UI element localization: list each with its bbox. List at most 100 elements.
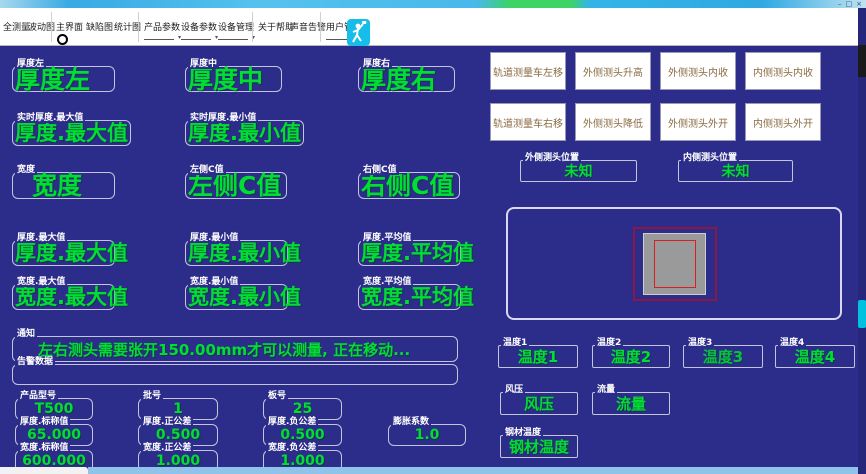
menu-item-stat-chart[interactable]: 统计图	[114, 20, 141, 33]
field-label: 外侧测头位置	[523, 153, 581, 163]
field-label: 内侧测头位置	[681, 153, 739, 163]
field-width-min: 宽度.最小值 宽度.最小值	[185, 284, 288, 310]
field-temp3: 温度3 温度3	[683, 345, 763, 368]
field-value: 宽度.平均值	[361, 286, 474, 308]
field-value: 温度3	[683, 345, 763, 368]
field-expansion-coef: 膨胀系数 1.0	[388, 424, 466, 446]
field-label: 产品型号	[18, 391, 58, 401]
field-value: 风压	[500, 392, 578, 415]
field-value: 厚度中	[188, 67, 263, 93]
field-label: 批号	[141, 391, 163, 401]
field-thickness-min: 厚度.最小值 厚度.最小值	[185, 240, 288, 266]
menu-item-about-help[interactable]: 关于帮助	[258, 20, 294, 33]
field-label: 实时厚度.最大值	[15, 113, 85, 123]
vertical-scrollbar[interactable]	[858, 8, 866, 474]
field-label: 右侧C值	[361, 165, 399, 175]
field-value: 温度1	[498, 345, 578, 368]
field-label: 厚度右	[361, 59, 392, 69]
field-value: 温度2	[592, 345, 670, 368]
field-thickness-right: 厚度右 厚度右	[358, 66, 455, 92]
menu-item-defect-chart[interactable]: 缺陷图	[86, 20, 113, 33]
inner-probe-close-button[interactable]: 内侧测头内收	[745, 52, 821, 90]
field-label: 实时厚度.最小值	[188, 113, 258, 123]
title-bar: – □ ×	[0, 0, 866, 8]
field-c-right: 右侧C值 右侧C值	[358, 172, 460, 199]
field-steel-temp: 钢材温度 钢材温度	[500, 435, 578, 458]
field-label: 风压	[503, 385, 525, 395]
product-params-dropdown[interactable]	[144, 39, 174, 40]
menu-separator	[320, 12, 321, 42]
menu-item-device-mgmt[interactable]: 设备管理	[218, 20, 254, 33]
field-label: 厚度左	[15, 59, 46, 69]
field-value: 钢材温度	[500, 435, 578, 458]
scrollbar-top-segment	[858, 45, 866, 77]
field-value: 左侧C值	[188, 173, 281, 199]
field-thickness-mid: 厚度中 厚度中	[185, 66, 282, 92]
outer-probe-open-button[interactable]: 外侧测头外开	[660, 103, 736, 141]
outer-probe-close-button[interactable]: 外侧测头内收	[660, 52, 736, 90]
car-move-right-button[interactable]: 轨道测量车右移	[490, 103, 566, 141]
field-label: 宽度.最大值	[15, 277, 67, 287]
field-inner-probe-position: 内侧测头位置 未知	[678, 160, 793, 182]
field-width-max: 宽度.最大值 宽度.最大值	[12, 284, 115, 310]
field-value: 厚度.最大值	[15, 122, 128, 144]
outer-probe-raise-button[interactable]: 外侧测头升高	[575, 52, 651, 90]
inner-probe-open-button[interactable]: 内侧测头外开	[745, 103, 821, 141]
field-temp1: 温度1 温度1	[498, 345, 578, 368]
field-label: 厚度.负公差	[266, 417, 318, 427]
field-value: 宽度.最小值	[188, 286, 301, 308]
field-width: 宽度 宽度	[12, 172, 115, 199]
field-rt-thickness-min: 实时厚度.最小值 厚度.最小值	[185, 120, 304, 146]
close-button[interactable]: ×	[856, 1, 862, 8]
field-label: 厚度.最小值	[188, 233, 240, 243]
scrollbar-thumb[interactable]	[858, 300, 866, 328]
field-label: 板号	[266, 391, 288, 401]
outer-probe-lower-button[interactable]: 外侧测头降低	[575, 103, 651, 141]
field-value: 1.0	[388, 424, 466, 446]
field-value: 厚度.最小值	[188, 122, 301, 144]
field-label: 钢材温度	[503, 428, 543, 438]
field-value: 厚度.最小值	[188, 242, 301, 264]
field-value: 厚度左	[15, 67, 90, 93]
field-label: 告警数据	[15, 357, 55, 367]
field-wind-pressure: 风压 风压	[500, 392, 578, 415]
schematic-target-outline	[654, 240, 696, 288]
field-value: 宽度	[32, 173, 82, 199]
field-width-avg: 宽度.平均值 宽度.平均值	[358, 284, 461, 310]
field-label: 厚度.平均值	[361, 233, 413, 243]
field-label: 厚度.最大值	[15, 233, 67, 243]
menu-item-device-params[interactable]: 设备参数	[181, 20, 217, 33]
field-label: 温度2	[595, 338, 623, 348]
field-outer-probe-position: 外侧测头位置 未知	[520, 160, 637, 182]
field-rt-thickness-max: 实时厚度.最大值 厚度.最大值	[12, 120, 131, 146]
menu-item-main-screen[interactable]: 主界面	[56, 20, 83, 33]
measurement-schematic-panel	[506, 207, 842, 320]
field-value: 温度4	[775, 345, 855, 368]
alarm-text	[12, 364, 458, 385]
menu-separator	[252, 12, 253, 42]
field-flow: 流量 流量	[592, 392, 670, 415]
field-label: 流量	[595, 385, 617, 395]
field-thickness-max: 厚度.最大值 厚度.最大值	[12, 240, 115, 266]
walking-person-icon[interactable]	[347, 19, 370, 46]
device-params-dropdown[interactable]	[181, 39, 211, 40]
field-label: 通知	[15, 329, 37, 339]
field-value: 未知	[678, 160, 793, 182]
field-c-left: 左侧C值 左侧C值	[185, 172, 287, 199]
main-screen-radio-indicator[interactable]	[57, 34, 68, 45]
bottom-strip-blue	[88, 467, 858, 474]
bottom-edge-strip	[0, 467, 866, 474]
menu-separator	[138, 12, 139, 42]
maximize-button[interactable]: □	[846, 1, 853, 8]
menu-item-product-params[interactable]: 产品参数	[144, 20, 180, 33]
field-label: 宽度	[15, 165, 37, 175]
minimize-button[interactable]: –	[838, 1, 842, 8]
car-move-left-button[interactable]: 轨道测量车左移	[490, 52, 566, 90]
field-value: 未知	[520, 160, 637, 182]
device-mgmt-dropdown[interactable]	[218, 39, 248, 40]
field-label: 厚度.正公差	[141, 417, 193, 427]
field-value: 厚度右	[361, 67, 436, 93]
field-label: 宽度.负公差	[266, 443, 318, 453]
menu-item-measure-all[interactable]: 全测量	[3, 20, 30, 33]
field-label: 左侧C值	[188, 165, 226, 175]
